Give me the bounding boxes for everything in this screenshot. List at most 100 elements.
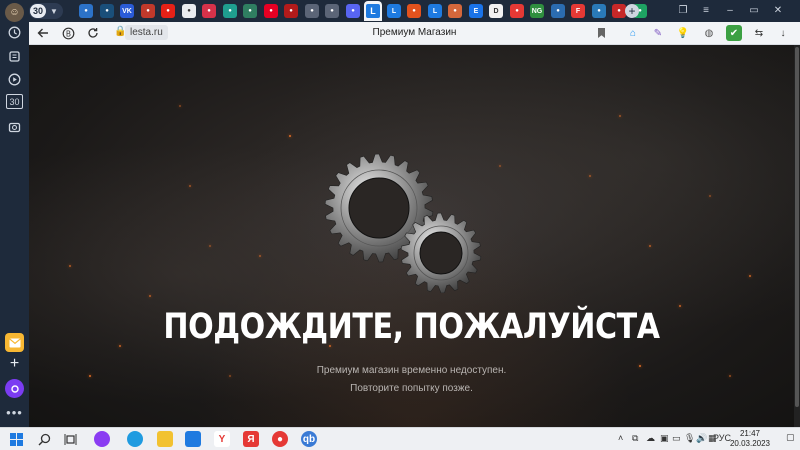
tab-pen-icon[interactable]: ● [551,4,565,18]
tab-flag-icon[interactable]: ● [612,4,626,18]
page-scrollbar[interactable] [794,45,800,427]
tab-eye-icon[interactable]: ● [100,4,114,18]
history-clock-icon[interactable] [5,23,24,42]
close-icon[interactable]: ✕ [771,3,785,17]
ember-spark [209,245,211,247]
retry-message: Повторите попытку позже. [350,383,473,394]
add-panel-icon[interactable]: + [5,354,24,373]
discord-icon: ● [351,8,355,14]
tab-news-icon[interactable]: ● [141,4,155,18]
ember-spark [69,265,71,267]
calendar-30-icon[interactable]: 30 [6,94,23,109]
tab-target-icon[interactable]: ● [79,4,93,18]
user-avatar-icon[interactable]: ☺ [5,3,24,22]
bookmark-flag-icon[interactable] [593,25,609,41]
tab-scroll-icon[interactable]: ● [305,4,319,18]
taskbar-alice-icon[interactable] [94,431,110,447]
back-arrow-icon[interactable] [35,25,51,41]
yandex-b-icon[interactable]: B [60,25,76,41]
taskbar-record-icon[interactable]: ● [272,431,288,447]
taskbar-qbittorrent-icon[interactable]: qb [301,431,317,447]
taskbar-yandex-icon[interactable]: Y [214,431,230,447]
tab-lesta-icon[interactable]: L [428,4,442,18]
news-icon: ● [146,8,150,14]
pen-icon[interactable]: ✎ [650,25,666,41]
tab-ng-icon[interactable]: NG [530,4,544,18]
screenshot-icon[interactable] [5,118,24,137]
taskbar-edge-icon[interactable] [127,431,143,447]
language-indicator[interactable]: РУС [713,433,731,443]
tab-chat-icon[interactable]: ● [223,4,237,18]
taskbar-explorer-icon[interactable] [157,431,173,447]
ember-spark [149,295,151,297]
copy-icon[interactable]: ⧉ [632,433,638,444]
tab-pokeball-icon[interactable]: ● [510,4,524,18]
f-icon: F [575,7,581,15]
alice-assistant-icon[interactable] [5,379,24,398]
scroll-icon: ● [310,8,314,14]
taskbar-yandex-browser-icon[interactable]: Я [243,431,259,447]
bulb-icon[interactable]: 💡 [675,25,691,41]
tab-e-icon[interactable]: E [469,4,483,18]
tab-ball-icon[interactable]: ● [407,4,421,18]
tab-scroll-icon[interactable]: ● [325,4,339,18]
reload-icon[interactable] [85,25,101,41]
tab-vk-icon[interactable]: VK [120,4,134,18]
more-dots-icon[interactable]: ••• [5,403,24,422]
mail-icon[interactable] [5,333,24,352]
bookmark-icon[interactable]: ❐ [676,3,690,17]
tab-lesta-icon[interactable]: L [387,4,401,18]
address-bar: B 🔒 lesta.ru Премиум Магазин ⌂ ✎ 💡 ◍ ✔ ⇆ ↓ [29,22,800,45]
ng-icon: NG [531,7,543,15]
shield-icon[interactable]: ✔ [726,25,742,41]
taskbar-search-icon[interactable] [36,431,52,447]
tab-discord-icon[interactable]: ● [346,4,360,18]
translate-icon[interactable]: ⇆ [751,25,767,41]
chevron-up-icon[interactable]: ˄ [618,433,623,443]
gears-icon [324,153,482,293]
tab-red-circle-icon[interactable]: ● [284,4,298,18]
camera-icon[interactable]: ▣ [660,433,669,444]
chevron-down-icon: ▼ [50,6,58,16]
notification-icon[interactable]: ▢ [786,432,795,443]
ember-spark [709,195,711,197]
download-icon[interactable]: ↓ [775,25,791,41]
tab-d-icon[interactable]: D [489,4,503,18]
taskbar-task-view-icon[interactable] [62,431,78,447]
taskbar-windows-start-icon[interactable] [8,431,24,447]
tab-lesta-icon[interactable]: L [364,1,382,21]
volume-icon[interactable]: 🔊 [696,433,707,444]
play-icon[interactable] [5,70,24,89]
eye-icon: ● [105,8,109,14]
tab-wave-icon[interactable]: ● [592,4,606,18]
tab-circle-icon[interactable]: ● [202,4,216,18]
mic-icon[interactable]: 🎙 [684,433,695,444]
yandex-browser-icon: Я [247,433,255,445]
tab-pinterest-icon[interactable]: ● [264,4,278,18]
menu-icon[interactable]: ≡ [699,3,713,17]
url-field[interactable]: lesta.ru [125,25,168,40]
tab-document-icon[interactable]: ● [182,4,196,18]
windows-taskbar: Y Я ● qb ˄ ⧉ ☁ ▣ ▭ 🎙 🔊 ▦ РУС 21:47 20.03.20… [0,427,800,450]
system-clock[interactable]: 21:47 20.03.2023 [730,429,770,449]
new-tab-button[interactable]: + [625,4,639,18]
ball-icon: ● [412,8,416,14]
minimize-icon[interactable]: – [723,3,737,17]
cloud-icon[interactable]: ☁ [646,433,655,444]
maximize-icon[interactable]: ▭ [747,3,761,17]
taskbar-mail-icon[interactable] [185,431,201,447]
tab-copy-icon[interactable]: ● [243,4,257,18]
tab-counter[interactable]: 30 ▼ [29,3,63,19]
tab-f-icon[interactable]: F [571,4,585,18]
home-icon[interactable]: ⌂ [625,25,641,41]
yandex-icon: Y [218,433,226,445]
scrollbar-thumb[interactable] [795,47,799,407]
svg-text:B: B [65,29,70,38]
monitor-icon[interactable]: ▭ [672,433,681,444]
scroll-icon: ● [330,8,334,14]
tab-box-icon[interactable]: ● [448,4,462,18]
tab-youtube-icon[interactable]: ● [161,4,175,18]
globe-icon[interactable]: ◍ [701,25,717,41]
pinterest-icon: ● [269,8,273,14]
notes-icon[interactable] [5,47,24,66]
